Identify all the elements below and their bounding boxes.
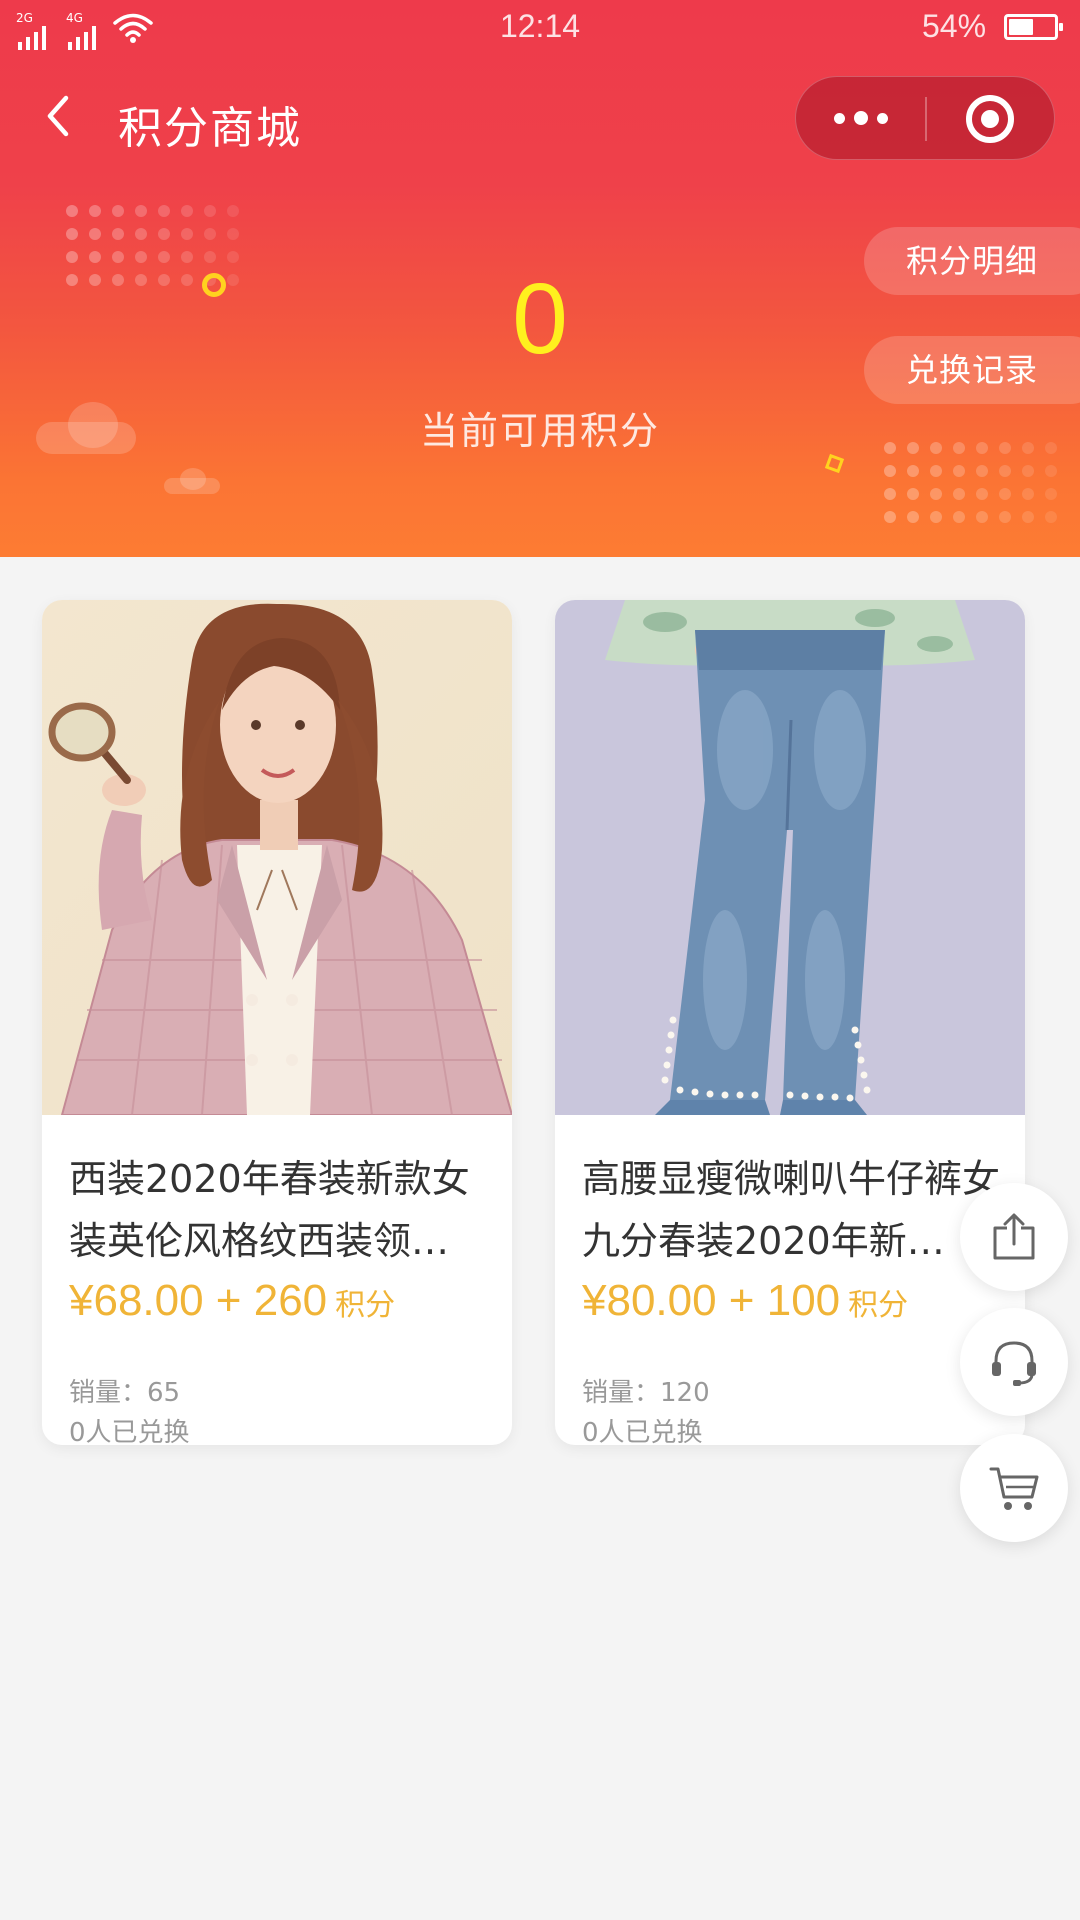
points-header: 2G 4G 12:14 54% 积分商城 0 当前可用积分 积分明细 兑换记录 [0, 0, 1080, 557]
product-image [555, 600, 1025, 1115]
more-dots-icon [877, 113, 888, 124]
battery-percentage: 54% [922, 8, 987, 44]
product-title: 高腰显瘦微喇叭牛仔裤女九分春装2020年新… [582, 1157, 1001, 1263]
clock: 12:14 [499, 8, 581, 44]
customer-service-button[interactable] [960, 1308, 1068, 1416]
more-dots-icon [854, 111, 868, 125]
product-sales: 销量：65 [69, 1378, 181, 1408]
diamond-decoration [824, 453, 845, 474]
product-card[interactable]: 高腰显瘦微喇叭牛仔裤女九分春装2020年新… ¥80.00 + 100 积分 销量… [555, 600, 1025, 1445]
product-card[interactable]: 西装2020年春装新款女装英伦风格纹西装领… ¥68.00 + 260 积分 销量… [42, 600, 512, 1445]
page-title: 积分商城 [118, 103, 302, 154]
price-amount: ¥80.00 + 100 [582, 1276, 841, 1325]
product-title: 西装2020年春装新款女装英伦风格纹西装领… [69, 1157, 470, 1263]
points-unit: 积分 [335, 1288, 396, 1323]
battery-icon [1004, 14, 1063, 40]
price-amount: ¥68.00 + 260 [69, 1276, 328, 1325]
share-icon [993, 1213, 1035, 1260]
nav-bar: 积分商城 [0, 56, 1080, 184]
share-button[interactable] [960, 1183, 1068, 1291]
points-unit: 积分 [848, 1288, 909, 1323]
battery-fill [1009, 19, 1033, 35]
product-price: ¥80.00 + 100 积分 [582, 1276, 908, 1326]
product-image [42, 600, 512, 1115]
product-exchanged-count: 0人已兑换 [69, 1418, 190, 1445]
close-mini-program-button[interactable] [926, 77, 1056, 161]
product-sales: 销量：120 [582, 1378, 710, 1408]
back-button[interactable] [30, 86, 90, 146]
target-icon [966, 95, 1014, 143]
more-dots-icon [834, 113, 845, 124]
exchange-record-button[interactable]: 兑换记录 [864, 336, 1080, 404]
chevron-left-icon [47, 95, 69, 137]
more-button[interactable] [796, 77, 926, 161]
points-detail-button[interactable]: 积分明细 [864, 227, 1080, 295]
headset-icon [992, 1341, 1036, 1386]
cart-button[interactable] [960, 1434, 1068, 1542]
product-price: ¥68.00 + 260 积分 [69, 1276, 395, 1326]
status-bar: 2G 4G 12:14 54% [0, 0, 1080, 56]
cart-icon [989, 1467, 1039, 1510]
product-exchanged-count: 0人已兑换 [582, 1418, 703, 1445]
available-points-label: 当前可用积分 [419, 409, 660, 453]
mini-program-capsule [795, 76, 1055, 160]
